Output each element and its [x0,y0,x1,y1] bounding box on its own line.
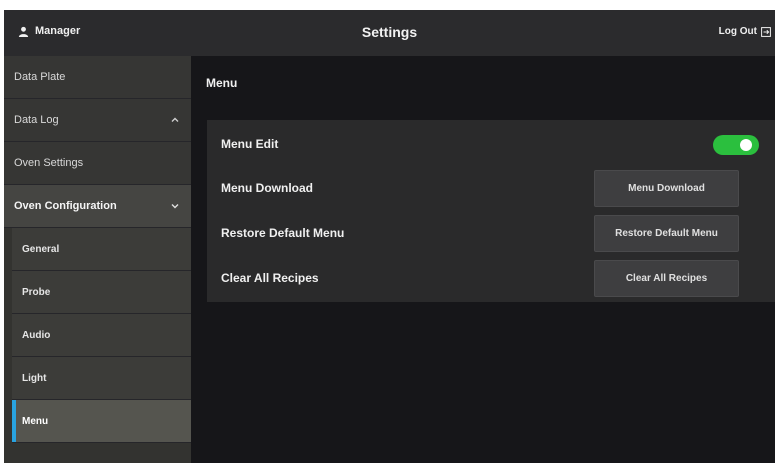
sidebar-item-oven-configuration[interactable]: Oven Configuration [4,185,191,228]
section-title: Menu [206,76,238,90]
sidebar: Data Plate Data Log Oven Settings Oven C… [4,56,191,463]
sidebar-item-label: Oven Configuration [14,200,117,212]
menu-download-button[interactable]: Menu Download [594,170,739,207]
logout-icon [761,26,771,37]
clear-all-recipes-button[interactable]: Clear All Recipes [594,260,739,297]
sidebar-item-label: Light [22,372,47,384]
restore-default-menu-button[interactable]: Restore Default Menu [594,215,739,252]
setting-row-clear-all-recipes: Clear All Recipes Clear All Recipes [207,256,775,300]
sidebar-item-data-log[interactable]: Data Log [4,99,191,142]
app-window: Manager Settings Log Out Data Plate Data… [4,10,775,463]
sidebar-item-general[interactable]: General [12,228,191,271]
chevron-up-icon [171,117,179,122]
logout-button[interactable]: Log Out [719,26,771,37]
setting-label: Clear All Recipes [221,271,319,285]
sidebar-item-light[interactable]: Light [12,357,191,400]
sidebar-item-label: General [22,243,60,255]
setting-label: Menu Download [221,181,313,195]
sidebar-item-oven-settings[interactable]: Oven Settings [4,142,191,185]
sidebar-item-label: Menu [22,415,49,427]
toggle-knob [740,139,752,151]
settings-panel: Menu Edit Menu Download Menu Download Re… [207,120,775,302]
logout-label: Log Out [718,26,757,37]
sidebar-item-menu[interactable]: Menu [12,400,191,443]
top-bar: Manager Settings Log Out [4,10,775,56]
sidebar-item-label: Oven Settings [14,157,84,169]
main-content: Menu Menu Edit Menu Download Menu Downlo… [191,56,775,463]
sidebar-item-data-plate[interactable]: Data Plate [4,56,191,99]
page-title: Settings [361,24,418,40]
sidebar-item-label: Data Plate [14,71,66,83]
setting-row-menu-download: Menu Download Menu Download [207,166,775,210]
setting-row-restore-default-menu: Restore Default Menu Restore Default Men… [207,211,775,255]
setting-label: Restore Default Menu [221,226,345,240]
chevron-down-icon [171,204,179,209]
setting-label: Menu Edit [221,137,279,151]
sidebar-item-label: Data Log [14,114,59,126]
sidebar-item-label: Audio [22,329,51,341]
menu-edit-toggle[interactable] [713,135,759,155]
sidebar-item-label: Probe [22,286,51,298]
sidebar-item-probe[interactable]: Probe [12,271,191,314]
sidebar-item-audio[interactable]: Audio [12,314,191,357]
setting-row-menu-edit: Menu Edit [207,122,775,166]
